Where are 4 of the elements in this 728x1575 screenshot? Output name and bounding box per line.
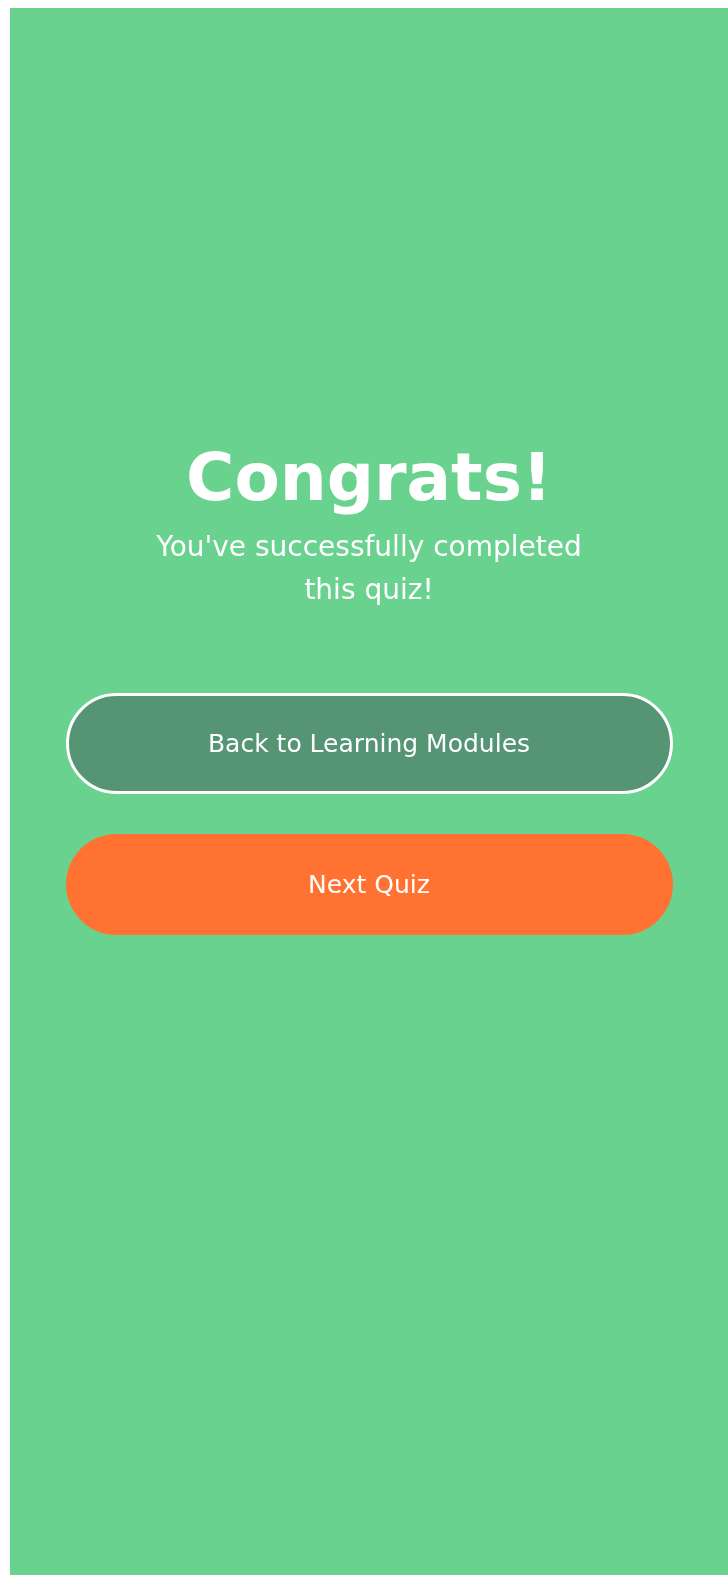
completion-message: You've successfully completed this quiz! — [155, 529, 583, 609]
congrats-title: Congrats! — [186, 438, 552, 518]
action-button[interactable]: Back to Learning Modules — [65, 693, 673, 795]
action-button[interactable]: Next Quiz — [65, 834, 673, 936]
